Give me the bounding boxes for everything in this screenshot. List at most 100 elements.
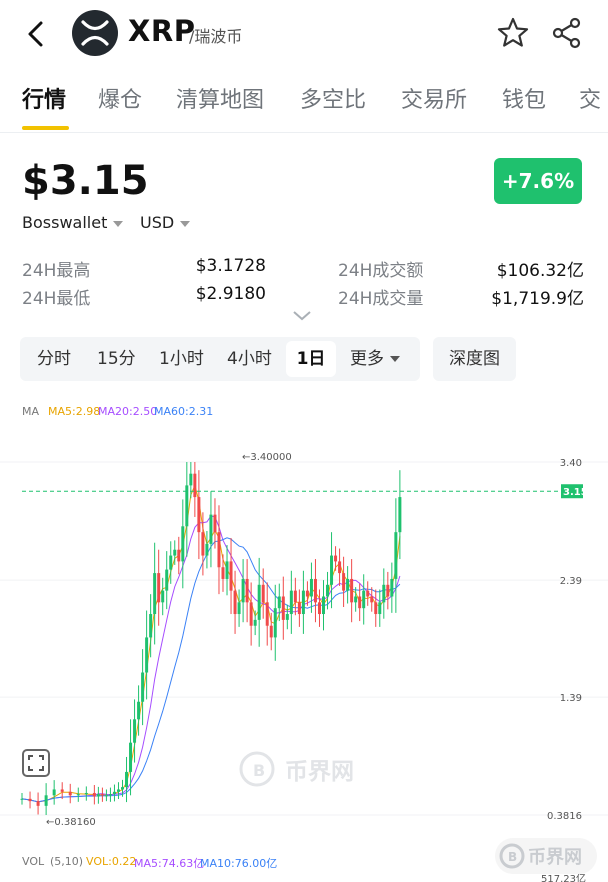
- candle-body: [390, 578, 394, 597]
- candle-body: [133, 719, 137, 743]
- candle-body: [205, 543, 209, 556]
- tab-trades[interactable]: 交: [579, 82, 601, 114]
- candle-body: [52, 789, 56, 796]
- current-price: $3.15: [22, 158, 149, 204]
- y-tick-label: 2.39: [560, 576, 582, 587]
- interval-4h[interactable]: 4小时: [227, 337, 272, 381]
- candle-body: [398, 497, 402, 533]
- stat-label-turnover: 24H成交额: [338, 261, 424, 281]
- candle-body: [137, 701, 141, 720]
- depth-chart-button[interactable]: 深度图: [433, 337, 516, 381]
- candle-body: [221, 567, 225, 579]
- candle-body: [213, 514, 217, 533]
- coin-name: /瑞波币: [189, 27, 243, 46]
- candle-body: [293, 590, 297, 603]
- fullscreen-icon[interactable]: [22, 749, 50, 777]
- vol-legend-ma5: MA5:74.63亿: [134, 857, 205, 870]
- candle-body: [104, 795, 108, 797]
- watermark-text: 币界网: [285, 759, 354, 785]
- candle-body: [44, 795, 48, 806]
- stat-label-high: 24H最高: [22, 261, 91, 281]
- tab-wallet[interactable]: 钱包: [502, 82, 546, 114]
- low-marker: ←0.38160: [46, 817, 96, 828]
- exchange-selector[interactable]: Bosswallet: [22, 213, 124, 232]
- candle-body: [346, 578, 350, 591]
- interval-15m[interactable]: 15分: [97, 337, 136, 381]
- candle-body: [370, 596, 374, 603]
- candle-body: [108, 794, 112, 796]
- share-icon[interactable]: [550, 16, 584, 50]
- candle-body: [382, 584, 386, 603]
- back-arrow-icon[interactable]: [22, 20, 50, 48]
- tab-exchanges[interactable]: 交易所: [401, 82, 467, 114]
- candle-body: [366, 590, 370, 597]
- candle-body: [330, 555, 334, 585]
- price-chart[interactable]: B 币界网 3.15 ←3.40000 ←0.38160 3.40 2.39 1.3…: [0, 440, 608, 882]
- tab-liquidation-map[interactable]: 清算地图: [176, 82, 264, 114]
- y-tick-label: 3.40: [560, 458, 582, 469]
- currency-selector[interactable]: USD: [140, 213, 191, 232]
- candle-body: [313, 578, 317, 603]
- star-icon[interactable]: [496, 16, 530, 50]
- candle-body: [277, 596, 281, 609]
- candle-body: [317, 602, 321, 615]
- candle-body: [197, 497, 201, 533]
- vol-legend-params: (5,10): [50, 855, 84, 868]
- candle-body: [394, 532, 398, 579]
- stat-value-turnover: $106.32亿: [496, 261, 584, 281]
- candle-body: [305, 590, 309, 597]
- candle-body: [245, 578, 249, 603]
- chevron-down-icon[interactable]: [291, 309, 313, 323]
- high-marker: ←3.40000: [242, 452, 292, 463]
- stat-value-volume: $1,719.9亿: [491, 289, 584, 309]
- interval-1h[interactable]: 1小时: [159, 337, 204, 381]
- candle-body: [129, 742, 133, 772]
- candle-body: [181, 526, 185, 562]
- candle-body: [338, 561, 342, 574]
- tab-market[interactable]: 行情: [22, 82, 66, 114]
- candle-body: [261, 584, 265, 603]
- candle-body: [169, 555, 173, 570]
- candle-body: [297, 602, 301, 615]
- vol-legend-ma10: MA10:76.00亿: [200, 857, 278, 870]
- candle-body: [100, 794, 104, 796]
- candle-body: [157, 573, 161, 603]
- candle-body: [281, 596, 285, 620]
- candle-body: [36, 801, 40, 806]
- candle-body: [257, 584, 261, 620]
- candle-body: [121, 787, 124, 790]
- candle-body: [145, 637, 149, 673]
- candle-body: [149, 614, 153, 638]
- candle-body: [354, 596, 358, 603]
- candle-body: [334, 555, 338, 562]
- y-axis: 3.40 2.39 1.39 0.3816: [547, 458, 582, 822]
- candle-body: [358, 596, 362, 609]
- candle-body: [112, 791, 116, 795]
- candle-body: [116, 789, 120, 792]
- stat-label-low: 24H最低: [22, 289, 91, 309]
- candle-body: [265, 602, 269, 626]
- tab-liquidation[interactable]: 爆仓: [98, 82, 142, 114]
- candle-body: [193, 473, 197, 498]
- candle-body: [241, 578, 245, 603]
- candle-body: [253, 619, 257, 626]
- interval-more[interactable]: 更多: [350, 337, 400, 381]
- candle-body: [285, 614, 289, 620]
- caret-down-icon: [180, 220, 191, 227]
- candle-body: [28, 798, 32, 802]
- interval-bar: 分时 15分 1小时 4小时 1日 更多: [20, 337, 420, 381]
- candle-body: [161, 590, 165, 603]
- candle-body: [322, 596, 325, 615]
- candle-body: [60, 789, 64, 792]
- candle-body: [378, 602, 382, 615]
- svg-text:B: B: [508, 850, 517, 864]
- candle-body: [153, 573, 157, 615]
- ma60-legend: MA60:2.31: [154, 405, 214, 418]
- interval-timeline[interactable]: 分时: [37, 337, 71, 381]
- tab-long-short-ratio[interactable]: 多空比: [300, 82, 366, 114]
- candle-body: [289, 590, 293, 615]
- ma5-legend: MA5:2.98: [48, 405, 101, 418]
- y-tick-label: 0.3816: [547, 811, 582, 822]
- candle-body: [92, 792, 96, 797]
- interval-1d[interactable]: 1日: [286, 341, 336, 377]
